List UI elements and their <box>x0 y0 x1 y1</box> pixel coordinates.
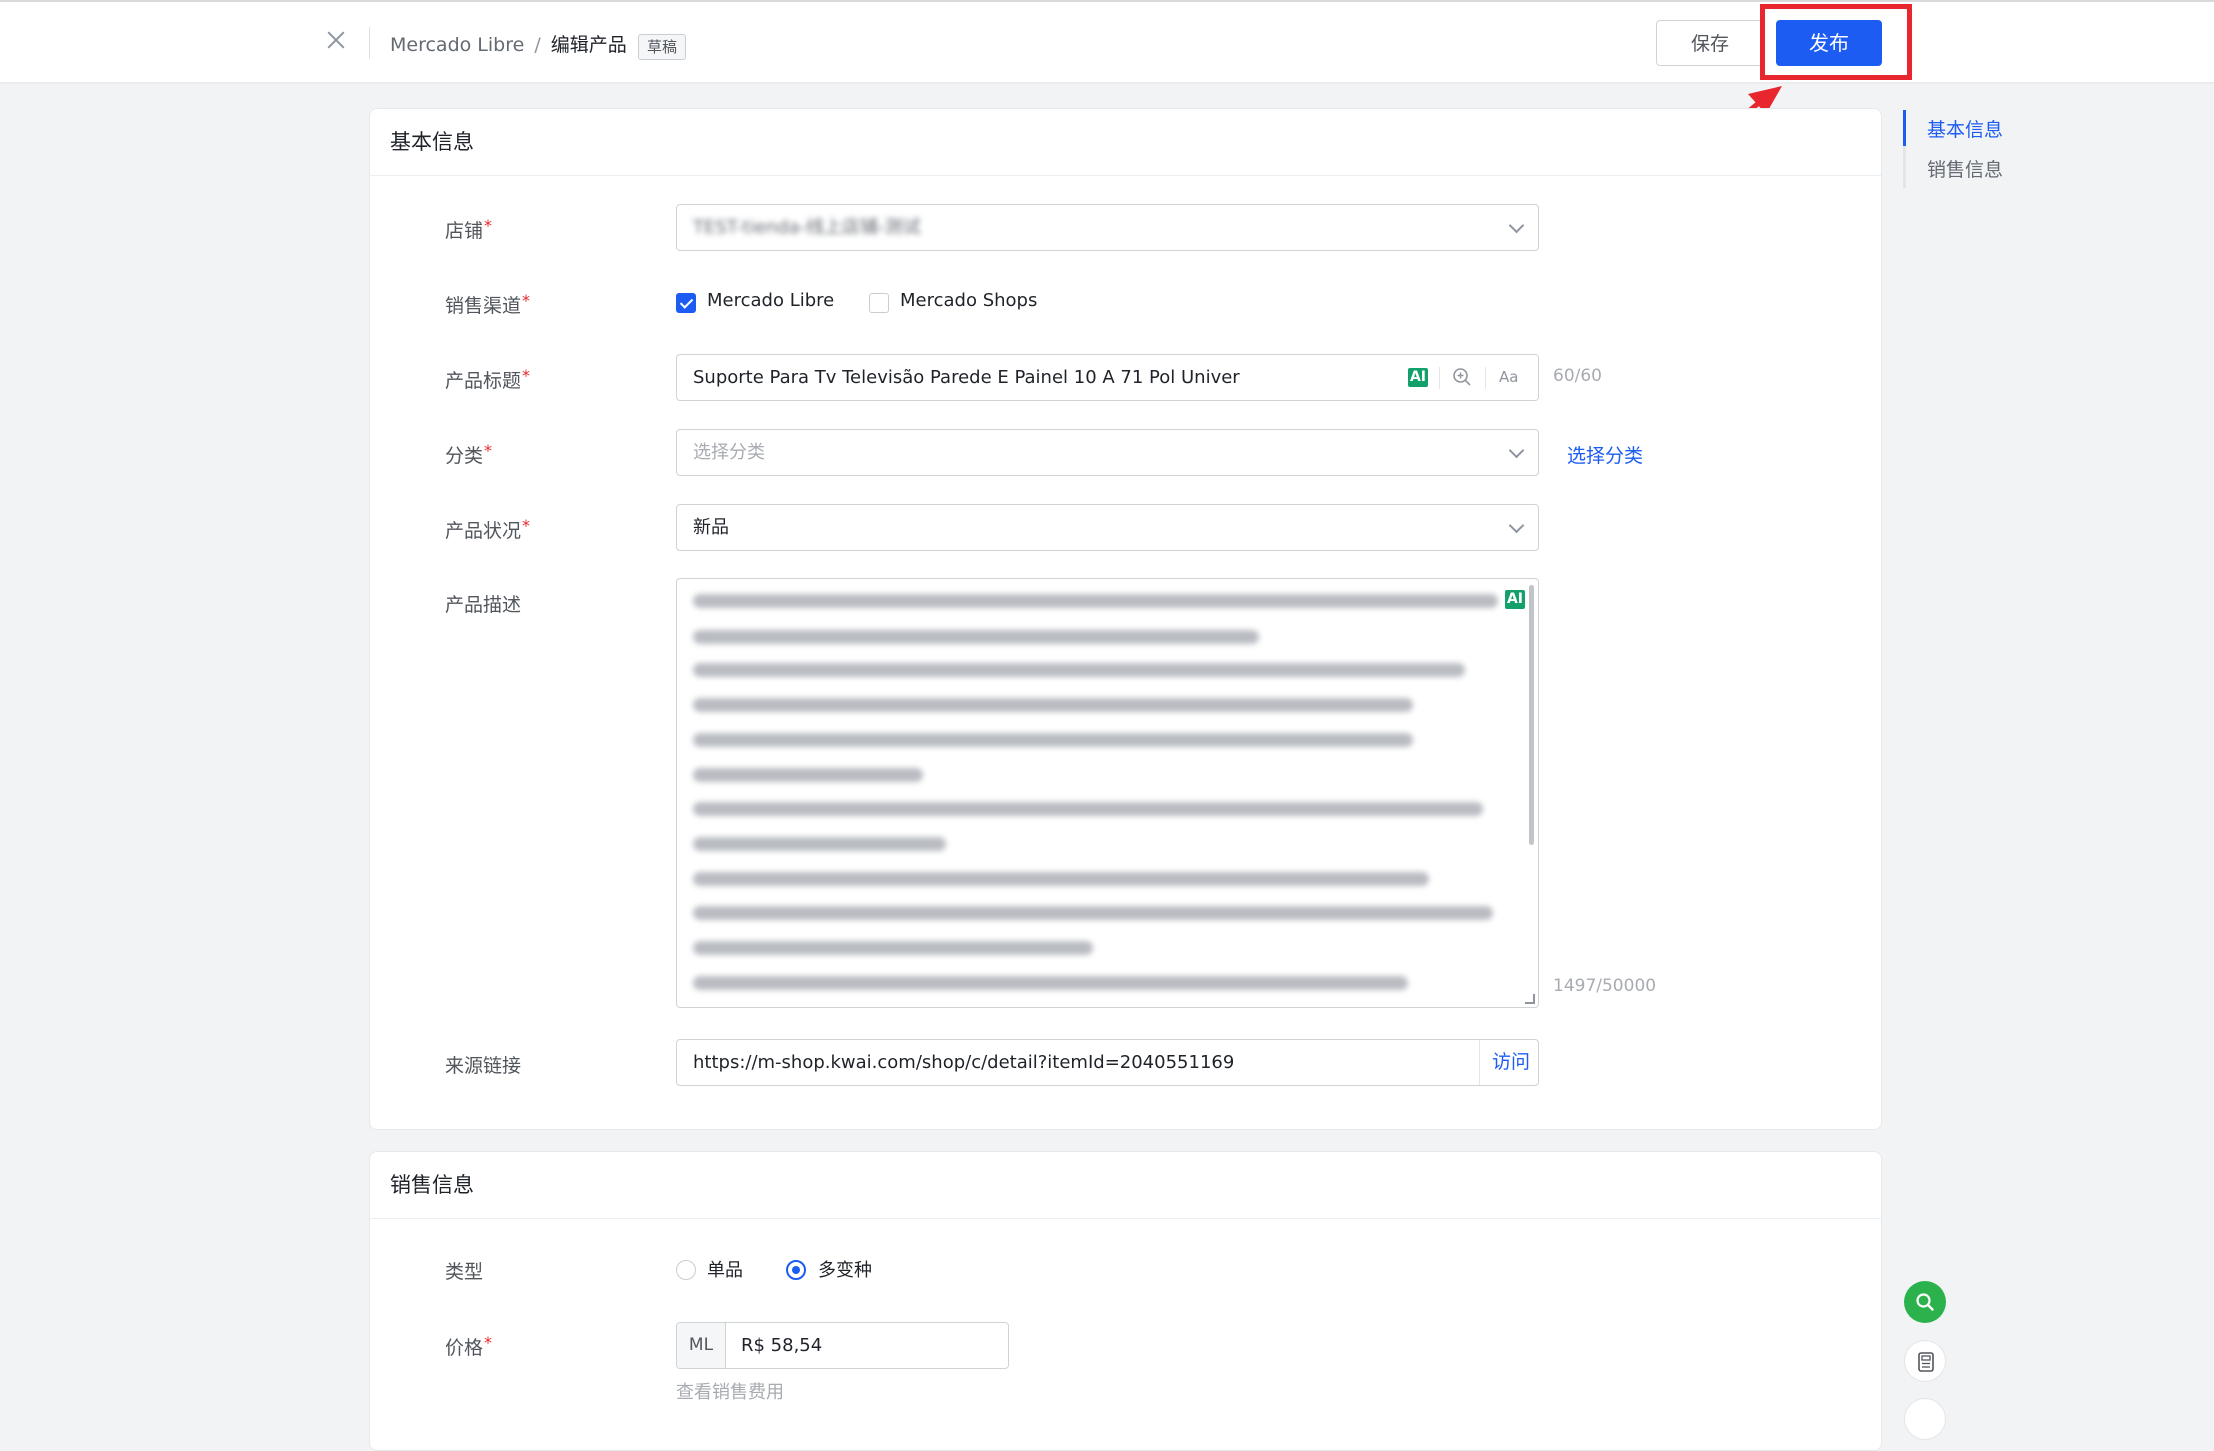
price-label: 价格* <box>445 1333 493 1359</box>
save-button[interactable]: 保存 <box>1656 20 1764 66</box>
anchor-basic-info[interactable]: 基本信息 <box>1927 115 2003 142</box>
description-text-line <box>693 906 1493 920</box>
chevron-down-icon <box>1508 217 1525 234</box>
description-text-line <box>693 663 1465 677</box>
draft-status-tag: 草稿 <box>638 34 687 60</box>
sales-info-card: 销售信息 类型 单品 多变种 价格* ML R$ 58,54 查看销售费用 <box>369 1151 1882 1451</box>
description-label: 产品描述 <box>445 594 522 616</box>
float-search-button[interactable] <box>1904 1281 1946 1323</box>
source-link-input[interactable]: https://m-shop.kwai.com/shop/c/detail?it… <box>676 1039 1539 1086</box>
search-zoom-icon[interactable] <box>1452 367 1472 387</box>
chevron-down-icon <box>1508 517 1525 534</box>
store-select[interactable]: TEST-tienda-线上店铺-测试 <box>676 204 1539 251</box>
channel-label: 销售渠道* <box>445 291 531 317</box>
description-textarea[interactable]: AI <box>676 578 1539 1008</box>
price-value[interactable]: R$ 58,54 <box>741 1323 822 1368</box>
search-icon <box>1916 1293 1934 1311</box>
top-bar: Mercado Libre / 编辑产品 草稿 保存 发布 <box>0 0 2214 82</box>
description-text-line <box>693 802 1483 816</box>
chevron-down-icon <box>1508 442 1525 459</box>
product-title-value: Suporte Para Tv Televisão Parede E Paine… <box>693 367 1240 388</box>
condition-label: 产品状况* <box>445 516 531 542</box>
description-text-line <box>693 733 1413 747</box>
description-text-line <box>693 768 923 782</box>
title-tools: AI Aa <box>1398 355 1538 400</box>
resize-handle-icon[interactable] <box>1525 994 1535 1004</box>
product-title-label: 产品标题* <box>445 366 531 392</box>
store-value: TEST-tienda-线上店铺-测试 <box>693 217 921 238</box>
price-prefix: ML <box>677 1323 726 1368</box>
header-divider <box>369 27 370 59</box>
description-text-line <box>693 976 1408 990</box>
basic-info-title: 基本信息 <box>370 109 1881 176</box>
condition-value: 新品 <box>693 517 729 538</box>
breadcrumb-separator: / <box>534 34 541 56</box>
multi-variant-label[interactable]: 多变种 <box>818 1256 872 1282</box>
mercado-libre-checkbox[interactable] <box>676 293 696 313</box>
float-calculator-button[interactable] <box>1904 1340 1946 1382</box>
mercado-shops-checkbox[interactable] <box>869 293 889 313</box>
sales-info-title: 销售信息 <box>370 1152 1881 1219</box>
type-label: 类型 <box>445 1261 484 1283</box>
product-title-input[interactable]: Suporte Para Tv Televisão Parede E Paine… <box>676 354 1539 401</box>
description-text-line <box>693 941 1093 955</box>
description-text-line <box>693 630 1259 644</box>
close-icon[interactable] <box>326 30 346 50</box>
visit-link-button[interactable]: 访问 <box>1478 1040 1538 1085</box>
tool-divider <box>1485 367 1486 389</box>
basic-info-card: 基本信息 店铺* TEST-tienda-线上店铺-测试 销售渠道* Merca… <box>369 108 1882 1130</box>
description-text-line <box>693 872 1429 886</box>
price-input-group[interactable]: ML R$ 58,54 <box>676 1322 1009 1369</box>
choose-category-link[interactable]: 选择分类 <box>1567 441 1643 468</box>
ai-generate-icon[interactable]: AI <box>1505 590 1525 609</box>
description-char-counter: 1497/50000 <box>1553 976 1657 996</box>
condition-select[interactable]: 新品 <box>676 504 1539 551</box>
calculator-icon <box>1918 1352 1934 1372</box>
multi-variant-radio[interactable] <box>786 1260 806 1280</box>
description-text-line <box>693 698 1413 712</box>
store-label: 店铺* <box>445 216 493 242</box>
breadcrumb-root[interactable]: Mercado Libre <box>390 34 524 56</box>
category-select[interactable]: 选择分类 <box>676 429 1539 476</box>
description-text-line <box>693 594 1498 608</box>
mercado-shops-label[interactable]: Mercado Shops <box>900 290 1037 311</box>
mercado-libre-label[interactable]: Mercado Libre <box>707 290 834 311</box>
anchor-active-indicator <box>1903 110 1906 146</box>
breadcrumb-current: 编辑产品 <box>550 34 627 56</box>
description-text-line <box>693 837 946 851</box>
single-item-label[interactable]: 单品 <box>707 1256 743 1282</box>
ai-generate-icon[interactable]: AI <box>1408 368 1428 387</box>
source-link-value: https://m-shop.kwai.com/shop/c/detail?it… <box>693 1052 1235 1073</box>
title-char-counter: 60/60 <box>1553 366 1602 386</box>
category-placeholder: 选择分类 <box>693 442 765 463</box>
description-scrollbar[interactable] <box>1529 585 1534 845</box>
category-label: 分类* <box>445 441 493 467</box>
single-item-radio[interactable] <box>676 1260 696 1280</box>
breadcrumb: Mercado Libre / 编辑产品 <box>390 30 627 57</box>
view-sales-fee-link[interactable]: 查看销售费用 <box>676 1378 784 1404</box>
publish-button[interactable]: 发布 <box>1776 20 1882 66</box>
anchor-sales-info[interactable]: 销售信息 <box>1927 155 2003 182</box>
tool-divider <box>1439 367 1440 389</box>
source-link-label: 来源链接 <box>445 1055 522 1077</box>
float-tool-button[interactable] <box>1904 1398 1946 1440</box>
text-case-icon[interactable]: Aa <box>1499 355 1518 400</box>
